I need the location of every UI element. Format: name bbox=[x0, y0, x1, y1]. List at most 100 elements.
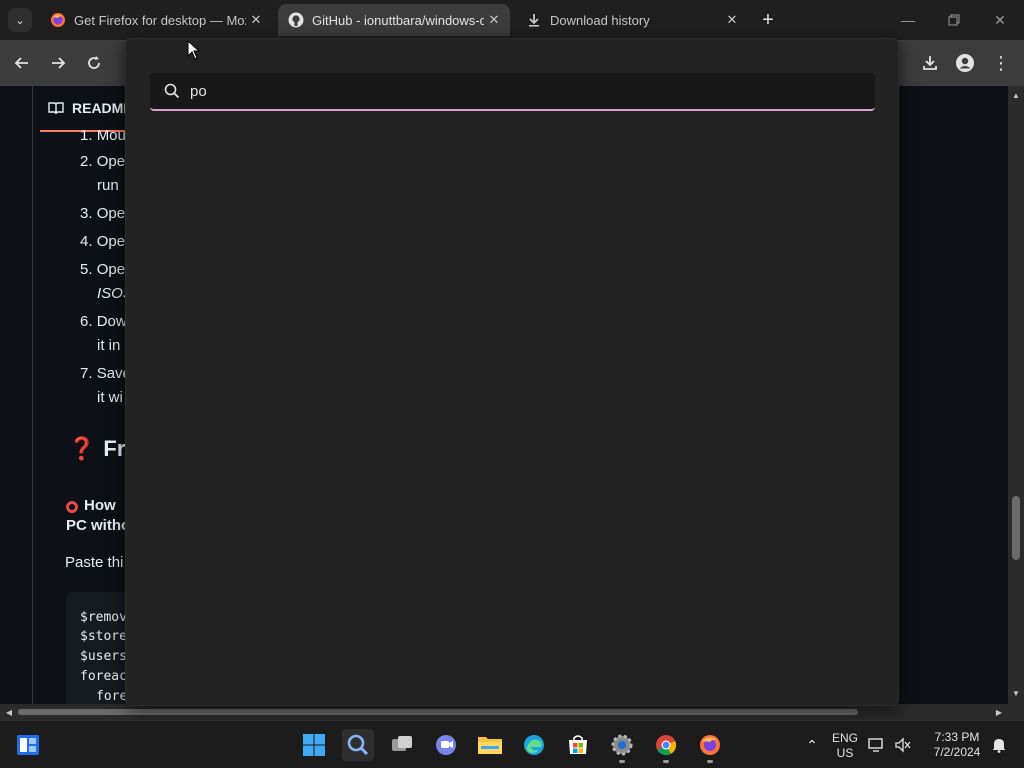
back-button[interactable] bbox=[7, 48, 37, 78]
windows-logo-icon bbox=[303, 734, 325, 756]
firefox-icon bbox=[700, 735, 720, 755]
tab-firefox[interactable]: Get Firefox for desktop — Mozilla ✕ bbox=[40, 4, 272, 36]
list-item: 2. Ope bbox=[80, 153, 126, 170]
avatar-icon bbox=[956, 54, 974, 72]
code-line: $users bbox=[80, 649, 127, 664]
tab-close-icon[interactable]: ✕ bbox=[722, 12, 742, 28]
start-button[interactable] bbox=[298, 729, 330, 761]
tab-search-button[interactable]: ⌄ bbox=[8, 8, 32, 32]
scroll-right-icon[interactable]: ▶ bbox=[992, 704, 1006, 720]
new-tab-button[interactable]: + bbox=[756, 8, 780, 32]
search-overlay-dialog bbox=[125, 38, 899, 706]
reload-icon bbox=[88, 56, 100, 69]
search-box[interactable] bbox=[150, 73, 875, 111]
folder-icon bbox=[478, 737, 502, 754]
volume-button[interactable] bbox=[892, 729, 914, 761]
running-indicator bbox=[619, 760, 625, 763]
chevron-up-icon: ⌃ bbox=[806, 736, 818, 753]
faq-heading: ❓ Fr bbox=[68, 436, 126, 461]
edge-icon bbox=[524, 735, 544, 755]
search-input[interactable] bbox=[190, 82, 875, 100]
network-button[interactable] bbox=[866, 729, 888, 761]
edge-button[interactable] bbox=[518, 729, 550, 761]
teams-chat-button[interactable] bbox=[430, 729, 462, 761]
search-icon bbox=[164, 83, 180, 99]
show-hidden-icons-button[interactable]: ⌃ bbox=[796, 729, 828, 761]
chrome-icon bbox=[656, 735, 677, 756]
readme-tab-label: README bbox=[72, 100, 133, 116]
list-item: 4. Ope bbox=[80, 233, 126, 250]
clock[interactable]: 7:33 PM 7/2/2024 bbox=[926, 730, 988, 760]
arrow-left-icon bbox=[14, 57, 28, 69]
plus-icon: + bbox=[762, 8, 774, 31]
downloads-button[interactable] bbox=[915, 48, 945, 78]
windows-taskbar: ⌃ ENG US 7:33 PM 7/2/2024 bbox=[0, 720, 1024, 768]
settings-button[interactable] bbox=[606, 729, 638, 763]
tab-title: GitHub - ionuttbara/windows-defender-rem… bbox=[312, 12, 484, 28]
tab-close-icon[interactable]: ✕ bbox=[484, 12, 504, 28]
code-line: $remov bbox=[80, 610, 127, 625]
download-icon bbox=[526, 12, 542, 28]
download-icon bbox=[923, 56, 937, 70]
tab-title: Download history bbox=[550, 12, 650, 28]
running-indicator bbox=[663, 760, 669, 763]
microsoft-store-button[interactable] bbox=[562, 729, 594, 761]
network-icon bbox=[868, 738, 883, 752]
gear-icon bbox=[611, 734, 633, 756]
task-view-icon bbox=[392, 736, 412, 751]
firefox-icon bbox=[50, 12, 66, 28]
widgets-button[interactable] bbox=[12, 729, 44, 761]
github-icon bbox=[288, 12, 304, 28]
notifications-button[interactable] bbox=[988, 729, 1010, 761]
tab-close-icon[interactable]: ✕ bbox=[246, 12, 266, 28]
code-line: foreac bbox=[80, 669, 127, 684]
question-mark-icon: ❓ bbox=[68, 436, 96, 461]
minimize-icon: — bbox=[901, 12, 915, 28]
paste-instruction: Paste thi bbox=[65, 554, 124, 571]
tab-download-history[interactable]: Download history ✕ bbox=[516, 4, 748, 36]
tab-title: Get Firefox for desktop — Mozilla bbox=[74, 12, 246, 28]
horizontal-scrollbar[interactable]: ◀ ▶ bbox=[0, 704, 1008, 720]
arrow-right-icon bbox=[52, 57, 66, 69]
mouse-cursor-icon bbox=[187, 40, 201, 60]
scroll-down-icon[interactable]: ▼ bbox=[1008, 686, 1024, 700]
book-icon bbox=[48, 102, 64, 115]
tab-github[interactable]: GitHub - ionuttbara/windows-defender-rem… bbox=[278, 4, 510, 36]
close-window-button[interactable]: ✕ bbox=[980, 6, 1020, 34]
scrollbar-thumb[interactable] bbox=[18, 709, 858, 715]
store-icon bbox=[569, 735, 587, 754]
widgets-icon bbox=[17, 735, 39, 755]
close-icon: ✕ bbox=[994, 11, 1006, 28]
list-item: 5. Ope bbox=[80, 261, 126, 278]
list-item: 6. Dow bbox=[80, 313, 127, 330]
search-taskbar-button[interactable] bbox=[342, 729, 374, 761]
language-indicator[interactable]: ENG US bbox=[828, 731, 862, 761]
list-item: 1. Mou bbox=[80, 127, 126, 144]
vertical-scrollbar[interactable]: ▲ ▼ bbox=[1008, 86, 1024, 704]
scrollbar-thumb[interactable] bbox=[1012, 496, 1020, 560]
minimize-button[interactable]: — bbox=[888, 6, 928, 34]
reload-button[interactable] bbox=[79, 48, 109, 78]
menu-button[interactable]: ⋮ bbox=[986, 48, 1016, 78]
running-indicator bbox=[707, 760, 713, 763]
task-view-button[interactable] bbox=[386, 729, 418, 761]
scroll-up-icon[interactable]: ▲ bbox=[1008, 88, 1024, 102]
scroll-left-icon[interactable]: ◀ bbox=[2, 704, 16, 720]
profile-button[interactable] bbox=[950, 48, 980, 78]
bell-icon bbox=[993, 739, 1005, 753]
chrome-button[interactable] bbox=[650, 729, 682, 763]
list-item: it wi bbox=[97, 389, 123, 406]
restore-icon bbox=[948, 14, 960, 26]
readme-tab[interactable]: README bbox=[48, 100, 133, 116]
list-item: 7. Save bbox=[80, 365, 131, 382]
scrollbar-corner bbox=[1008, 704, 1024, 720]
browser-tab-strip: ⌄ Get Firefox for desktop — Mozilla ✕ Gi… bbox=[0, 0, 1024, 40]
restore-button[interactable] bbox=[934, 6, 974, 34]
forward-button[interactable] bbox=[43, 48, 73, 78]
code-line: fore bbox=[96, 689, 128, 704]
faq-question: How PC witho bbox=[66, 497, 131, 534]
firefox-taskbar-button[interactable] bbox=[694, 729, 726, 763]
chat-icon bbox=[436, 735, 456, 755]
code-line: $store bbox=[80, 629, 127, 644]
file-explorer-button[interactable] bbox=[474, 729, 506, 761]
